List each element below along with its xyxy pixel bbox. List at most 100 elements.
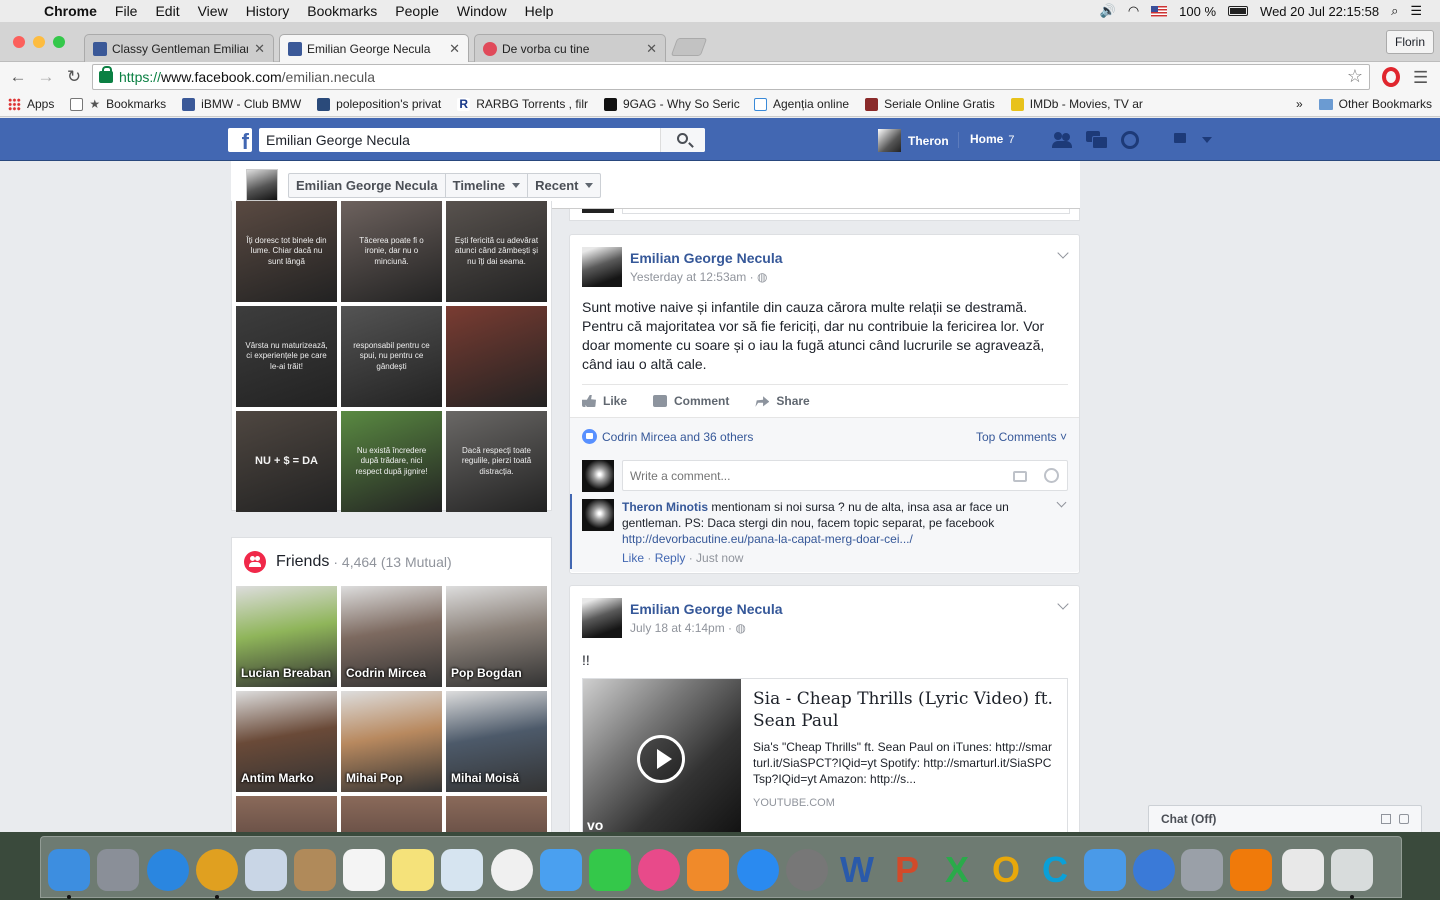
comment-time[interactable]: Just now xyxy=(696,551,743,565)
friend-tile[interactable]: Mihai Pop xyxy=(341,691,442,792)
satellite-icon[interactable] xyxy=(1181,849,1223,891)
card-title[interactable]: Sia - Cheap Thrills (Lyric Video) ft. Se… xyxy=(753,688,1055,732)
likes-summary[interactable]: Codrin Mircea and 36 others xyxy=(582,429,753,444)
post-time[interactable]: Yesterday at 12:53am · ◍ xyxy=(630,270,767,284)
bookmark-rarbg[interactable]: R RARBG Torrents , filr xyxy=(449,97,596,111)
friend-tile[interactable] xyxy=(446,796,547,832)
photo-thumbnail[interactable]: NU + $ = DA xyxy=(236,411,337,512)
friends-title[interactable]: Friends xyxy=(276,553,329,571)
author-avatar[interactable] xyxy=(582,598,622,638)
minimize-window-button[interactable] xyxy=(33,36,45,48)
tab-emilian-george-necula[interactable]: Emilian George Necula ✕ xyxy=(279,34,469,63)
bookmark-poleposition[interactable]: poleposition's privat xyxy=(309,97,449,111)
photo-thumbnail[interactable]: Nu există încredere după trădare, nici r… xyxy=(341,411,442,512)
network-icon[interactable] xyxy=(1133,849,1175,891)
menu-window[interactable]: Window xyxy=(448,3,516,19)
messenger-people-icon[interactable] xyxy=(1084,849,1126,891)
photo-thumbnail[interactable]: Vârsta nu maturizează, ci experiențele p… xyxy=(236,306,337,407)
post-options-chevron-icon[interactable] xyxy=(1057,247,1069,259)
bookmark-seriale-online[interactable]: Seriale Online Gratis xyxy=(857,97,1003,111)
back-arrow-icon[interactable]: ← xyxy=(4,67,32,87)
friend-name[interactable]: Antim Marko xyxy=(241,771,314,785)
comment-reply-link[interactable]: Reply xyxy=(655,551,686,565)
search-button[interactable] xyxy=(660,128,705,152)
ibooks-icon[interactable] xyxy=(687,849,729,891)
comment-like-link[interactable]: Like xyxy=(622,551,644,565)
launchpad-icon[interactable] xyxy=(97,849,139,891)
profile-name-button[interactable]: Emilian George Necula xyxy=(289,174,446,197)
spotlight-search-icon[interactable]: ⌕ xyxy=(1391,3,1398,19)
trash-icon[interactable] xyxy=(1331,849,1373,891)
photos-icon[interactable] xyxy=(491,849,533,891)
notifications-globe-icon[interactable] xyxy=(1121,131,1139,149)
messages-icon[interactable] xyxy=(1086,131,1108,149)
calendar-icon[interactable] xyxy=(343,849,385,891)
comment-options-chevron-icon[interactable] xyxy=(1056,497,1067,508)
comment-author[interactable]: Theron Minotis xyxy=(622,500,708,514)
bookmark-apps[interactable]: Apps xyxy=(0,97,62,111)
menu-history[interactable]: History xyxy=(237,3,299,19)
opera-extension-icon[interactable] xyxy=(1382,67,1400,87)
facetime-icon[interactable] xyxy=(589,849,631,891)
reload-icon[interactable]: ↻ xyxy=(60,67,88,87)
post-time[interactable]: July 18 at 4:14pm · ◍ xyxy=(630,621,746,635)
compose-icon[interactable] xyxy=(1381,814,1391,824)
commenter-avatar[interactable] xyxy=(582,460,614,492)
bookmark-agentia-online[interactable]: Agenția online xyxy=(746,97,857,111)
menu-file[interactable]: File xyxy=(106,3,147,19)
friend-name[interactable]: Mihai Moisă xyxy=(451,771,519,785)
timeline-dropdown[interactable]: Timeline xyxy=(446,174,529,197)
bookmark-other-bookmarks[interactable]: Other Bookmarks xyxy=(1311,97,1440,111)
menu-help[interactable]: Help xyxy=(516,3,563,19)
itunes-icon[interactable] xyxy=(638,849,680,891)
friend-tile[interactable]: Pop Bogdan xyxy=(446,586,547,687)
utorrent-icon[interactable] xyxy=(1282,849,1324,891)
close-window-button[interactable] xyxy=(13,36,25,48)
system-preferences-icon[interactable] xyxy=(786,849,828,891)
photo-thumbnail[interactable]: Îți doresc tot binele din lume. Chiar da… xyxy=(236,201,337,302)
bookmark-ibmw[interactable]: iBMW - Club BMW xyxy=(174,97,309,111)
photo-thumbnail[interactable] xyxy=(446,306,547,407)
notification-center-icon[interactable]: ☰ xyxy=(1410,3,1422,19)
menu-app-name[interactable]: Chrome xyxy=(40,3,106,19)
friend-tile[interactable] xyxy=(236,796,337,832)
facebook-search-input[interactable] xyxy=(259,128,705,152)
excel-icon[interactable]: X xyxy=(936,849,978,891)
tab-close-icon[interactable]: ✕ xyxy=(646,41,657,57)
friend-tile[interactable] xyxy=(341,796,442,832)
menubar-clock[interactable]: Wed 20 Jul 22:15:58 xyxy=(1260,4,1379,19)
friend-tile[interactable]: Antim Marko xyxy=(236,691,337,792)
outlook-icon[interactable]: O xyxy=(985,849,1027,891)
tab-close-icon[interactable]: ✕ xyxy=(254,41,265,57)
chrome-menu-icon[interactable]: ☰ xyxy=(1413,68,1428,88)
profile-button[interactable]: Florin xyxy=(1385,30,1434,54)
photo-thumbnail[interactable]: Ești fericită cu adevărat atunci când zâ… xyxy=(446,201,547,302)
menu-people[interactable]: People xyxy=(386,3,448,19)
like-button[interactable]: Like xyxy=(582,394,627,408)
bookmarks-overflow-button[interactable]: » xyxy=(1288,97,1311,111)
app-store-icon[interactable] xyxy=(737,849,779,891)
play-icon[interactable] xyxy=(637,735,685,783)
forward-arrow-icon[interactable]: → xyxy=(32,67,60,87)
skype-icon[interactable]: C xyxy=(1034,849,1076,891)
friend-tile[interactable]: Lucian Breaban xyxy=(236,586,337,687)
powerpoint-icon[interactable]: P xyxy=(886,849,928,891)
mail-icon[interactable] xyxy=(245,849,287,891)
privacy-shortcuts-icon[interactable] xyxy=(1174,133,1186,143)
notes-icon[interactable] xyxy=(392,849,434,891)
profile-link[interactable]: Theron xyxy=(878,129,949,152)
input-source-flag-icon[interactable] xyxy=(1151,5,1168,17)
tab-close-icon[interactable]: ✕ xyxy=(449,41,460,57)
write-comment-input[interactable] xyxy=(622,460,1068,491)
post-options-chevron-icon[interactable] xyxy=(1057,598,1069,610)
account-menu-caret-icon[interactable] xyxy=(1202,137,1212,143)
menu-view[interactable]: View xyxy=(189,3,237,19)
friend-name[interactable]: Mihai Pop xyxy=(346,771,403,785)
gear-icon[interactable] xyxy=(1399,814,1409,824)
safari-icon[interactable] xyxy=(147,849,189,891)
tab-classy-gentleman[interactable]: Classy Gentleman Emilianu ✕ xyxy=(84,34,274,62)
comment-author-avatar[interactable] xyxy=(582,499,614,531)
menu-edit[interactable]: Edit xyxy=(146,3,188,19)
menu-bookmarks[interactable]: Bookmarks xyxy=(298,3,386,19)
shared-video-card[interactable]: vo Sia - Cheap Thrills (Lyric Video) ft.… xyxy=(582,678,1068,832)
